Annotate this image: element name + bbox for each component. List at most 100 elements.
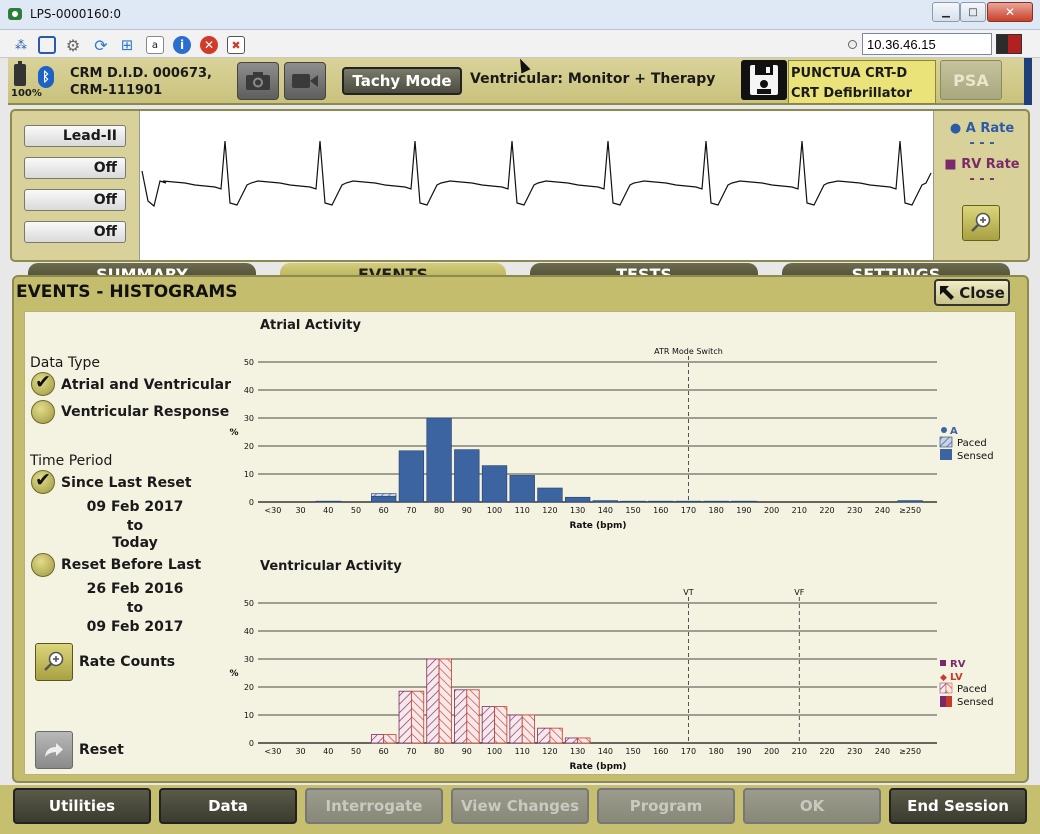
chart1-xtick: <30 xyxy=(264,747,281,756)
chart0-xtick: 190 xyxy=(736,506,751,515)
chart1-xtick: 170 xyxy=(681,747,696,756)
atrial-sensed-bar xyxy=(454,449,480,503)
chart0-xtick: 170 xyxy=(681,506,696,515)
ventricular-rv-paced-bar xyxy=(454,689,468,744)
atrial-sensed-bar xyxy=(703,500,729,503)
ventricular-rv-paced-bar xyxy=(398,690,412,744)
end-session-button[interactable]: End Session xyxy=(889,788,1027,824)
atrial-sensed-bar xyxy=(592,500,619,503)
chart1-ytick: 10 xyxy=(244,711,254,720)
legend-lv-title: LV xyxy=(950,672,963,683)
chart1-xtick: 70 xyxy=(406,747,416,756)
atrial-sensed-bar xyxy=(564,496,591,503)
legend-paced-swatch xyxy=(939,436,953,448)
chart1-threshold-label: VT xyxy=(683,588,693,597)
chart0-xtick: 180 xyxy=(709,506,724,515)
chart0-xtick: 30 xyxy=(295,506,305,515)
chart1-xtick: 160 xyxy=(653,747,668,756)
chart1-xtick: 140 xyxy=(598,747,613,756)
chart1-xtick: 190 xyxy=(736,747,751,756)
legend-sensed-swatch-lv xyxy=(946,696,952,707)
chart0-xtick: 200 xyxy=(764,506,779,515)
chart1-xtick: 210 xyxy=(792,747,807,756)
legend-a-dot xyxy=(941,427,947,433)
utilities-button[interactable]: Utilities xyxy=(13,788,151,824)
atrial-sensed-bar xyxy=(398,450,425,503)
atrial-sensed-bar xyxy=(897,500,923,503)
ventricular-lv-paced-bar xyxy=(577,737,591,744)
chart1-xtick: 150 xyxy=(625,747,640,756)
chart1-xtick: 200 xyxy=(764,747,779,756)
chart0-xlabel: Rate (bpm) xyxy=(569,521,626,531)
legend-rv-square xyxy=(940,660,946,666)
legend-sensed-label: Sensed xyxy=(957,697,994,708)
chart1-ytick: 20 xyxy=(244,683,254,692)
legend-sensed-swatch-rv xyxy=(940,696,946,707)
chart1-xtick: 230 xyxy=(847,747,862,756)
legend-sensed-label: Sensed xyxy=(957,451,994,462)
legend-paced-label: Paced xyxy=(957,438,987,449)
data-button[interactable]: Data xyxy=(159,788,297,824)
view-changes-button[interactable]: View Changes xyxy=(451,788,589,824)
bottom-bar: Utilities Data Interrogate View Changes … xyxy=(0,785,1040,834)
chart0-xtick: 120 xyxy=(542,506,557,515)
chart0-xtick: 140 xyxy=(598,506,613,515)
program-button[interactable]: Program xyxy=(597,788,735,824)
chart1-xlabel: Rate (bpm) xyxy=(569,762,626,772)
chart0-xtick: 160 xyxy=(653,506,668,515)
chart0-xtick: 130 xyxy=(570,506,585,515)
chart1-xtick: 110 xyxy=(515,747,530,756)
chart0-ytick: 30 xyxy=(244,414,254,423)
legend-a-title: A xyxy=(950,426,958,437)
ventricular-rv-paced-bar xyxy=(426,658,440,744)
legend-rv-title: RV xyxy=(950,659,966,670)
chart0-ytick: 50 xyxy=(244,358,254,367)
chart1-xtick: 240 xyxy=(875,747,890,756)
chart0-xtick: 50 xyxy=(351,506,361,515)
ventricular-lv-paced-bar xyxy=(521,714,535,744)
chart0-xtick: 60 xyxy=(379,506,389,515)
chart0-ylabel: % xyxy=(229,428,238,438)
ventricular-lv-paced-bar xyxy=(383,734,397,744)
chart0-xtick: 150 xyxy=(625,506,640,515)
ventricular-rv-paced-bar xyxy=(481,706,495,744)
chart1-xtick: 100 xyxy=(487,747,502,756)
chart0-xtick: 90 xyxy=(462,506,472,515)
chart0-xtick: 100 xyxy=(487,506,502,515)
legend-sensed-swatch xyxy=(940,449,952,460)
ventricular-lv-paced-bar xyxy=(410,690,425,744)
chart1-xtick: 220 xyxy=(819,747,834,756)
ok-button[interactable]: OK xyxy=(743,788,881,824)
legend-paced-swatch-lv xyxy=(945,682,953,694)
chart1-xtick: ≥250 xyxy=(899,747,921,756)
chart1-xtick: 60 xyxy=(379,747,389,756)
atrial-sensed-bar xyxy=(537,487,563,503)
chart1-xtick: 90 xyxy=(462,747,472,756)
chart1-ytick: 40 xyxy=(244,627,254,636)
chart1-xtick: 30 xyxy=(295,747,305,756)
atrial-sensed-bar xyxy=(315,500,341,503)
chart1-ytick: 50 xyxy=(244,599,254,608)
chart0-xtick: 70 xyxy=(406,506,416,515)
atrial-sensed-bar xyxy=(675,500,702,503)
chart0-xtick: 40 xyxy=(323,506,333,515)
ventricular-lv-paced-bar xyxy=(438,658,452,744)
chart0-xtick: ≥250 xyxy=(899,506,921,515)
chart1-xtick: 120 xyxy=(542,747,557,756)
atrial-paced-bar xyxy=(371,493,397,497)
chart1-threshold-label: VF xyxy=(794,588,804,597)
legend-paced-swatch-rv xyxy=(939,682,947,694)
chart0-threshold-label: ATR Mode Switch xyxy=(654,347,723,356)
chart0-xtick: 80 xyxy=(434,506,444,515)
chart1-xtick: 130 xyxy=(570,747,585,756)
chart0-xtick: 110 xyxy=(515,506,530,515)
atrial-sensed-bar xyxy=(509,475,535,503)
chart1-xtick: 180 xyxy=(709,747,724,756)
atrial-histogram: 01020304050%<30 30 40 50 60 70 80 90 100 110 120 13… xyxy=(229,347,994,772)
chart1-xtick: 40 xyxy=(323,747,333,756)
ventricular-lv-paced-bar xyxy=(549,727,563,744)
chart0-ytick: 40 xyxy=(244,386,254,395)
chart1-xtick: 50 xyxy=(351,747,361,756)
atrial-sensed-bar xyxy=(731,500,757,503)
interrogate-button[interactable]: Interrogate xyxy=(305,788,443,824)
